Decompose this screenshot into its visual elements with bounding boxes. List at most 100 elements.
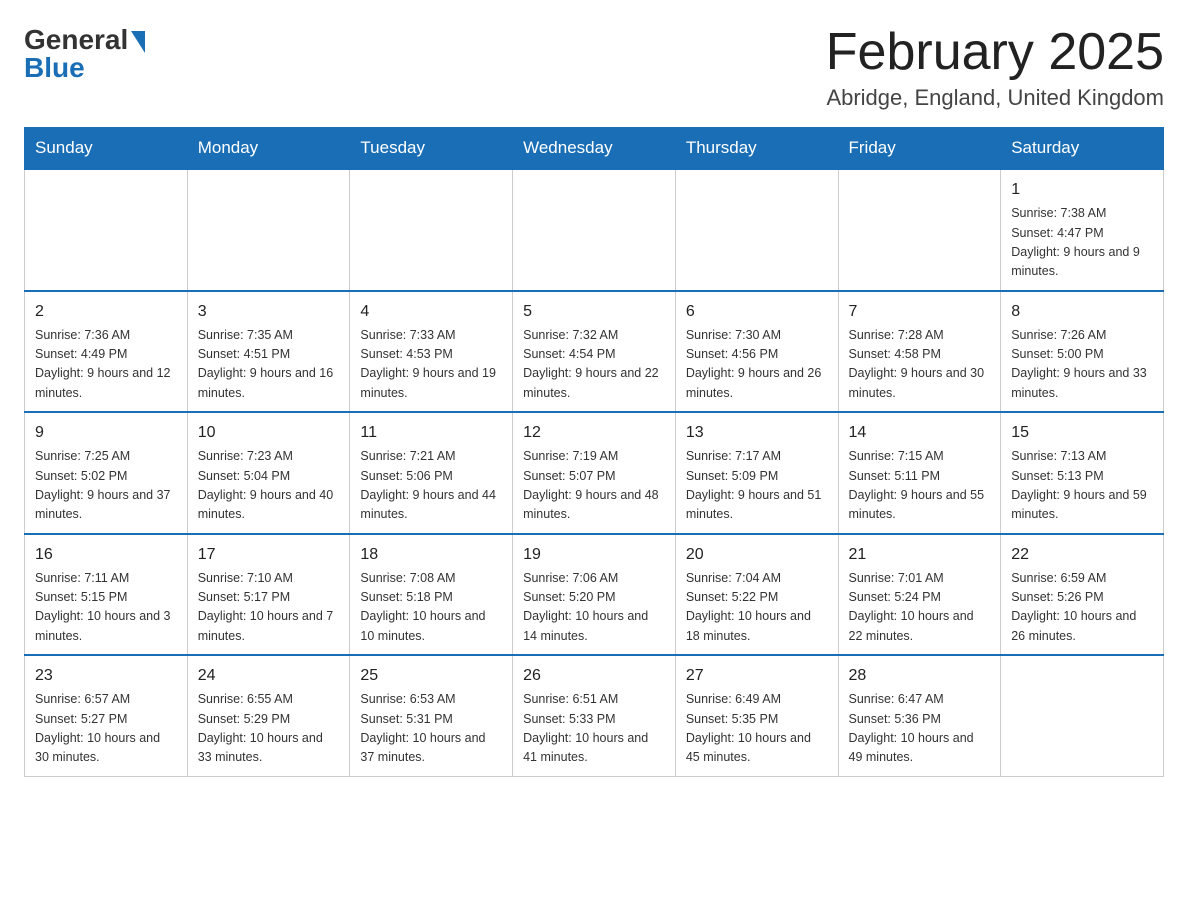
day-info: Sunrise: 7:25 AMSunset: 5:02 PMDaylight:… [35,447,177,525]
calendar-cell: 4Sunrise: 7:33 AMSunset: 4:53 PMDaylight… [350,291,513,413]
month-title: February 2025 [826,24,1164,81]
day-number: 25 [360,664,502,688]
calendar-week-row: 23Sunrise: 6:57 AMSunset: 5:27 PMDayligh… [25,655,1164,776]
day-number: 19 [523,543,665,567]
calendar-cell [838,169,1001,291]
day-number: 1 [1011,178,1153,202]
calendar-cell: 28Sunrise: 6:47 AMSunset: 5:36 PMDayligh… [838,655,1001,776]
calendar-cell [675,169,838,291]
day-number: 12 [523,421,665,445]
location-text: Abridge, England, United Kingdom [826,85,1164,111]
calendar-cell: 15Sunrise: 7:13 AMSunset: 5:13 PMDayligh… [1001,412,1164,534]
day-number: 14 [849,421,991,445]
weekday-header-friday: Friday [838,128,1001,170]
day-info: Sunrise: 7:01 AMSunset: 5:24 PMDaylight:… [849,569,991,647]
day-info: Sunrise: 7:32 AMSunset: 4:54 PMDaylight:… [523,326,665,404]
day-number: 26 [523,664,665,688]
day-info: Sunrise: 6:59 AMSunset: 5:26 PMDaylight:… [1011,569,1153,647]
day-number: 22 [1011,543,1153,567]
day-info: Sunrise: 7:10 AMSunset: 5:17 PMDaylight:… [198,569,340,647]
calendar-cell: 20Sunrise: 7:04 AMSunset: 5:22 PMDayligh… [675,534,838,656]
day-info: Sunrise: 7:08 AMSunset: 5:18 PMDaylight:… [360,569,502,647]
day-number: 7 [849,300,991,324]
calendar-cell: 17Sunrise: 7:10 AMSunset: 5:17 PMDayligh… [187,534,350,656]
calendar-cell [350,169,513,291]
day-number: 28 [849,664,991,688]
calendar-week-row: 16Sunrise: 7:11 AMSunset: 5:15 PMDayligh… [25,534,1164,656]
day-number: 24 [198,664,340,688]
weekday-header-tuesday: Tuesday [350,128,513,170]
day-number: 6 [686,300,828,324]
logo-blue-text: Blue [24,52,85,84]
day-number: 4 [360,300,502,324]
logo-triangle-icon [131,31,145,53]
calendar-table: SundayMondayTuesdayWednesdayThursdayFrid… [24,127,1164,777]
day-info: Sunrise: 7:26 AMSunset: 5:00 PMDaylight:… [1011,326,1153,404]
calendar-cell: 24Sunrise: 6:55 AMSunset: 5:29 PMDayligh… [187,655,350,776]
calendar-week-row: 9Sunrise: 7:25 AMSunset: 5:02 PMDaylight… [25,412,1164,534]
calendar-cell [25,169,188,291]
day-number: 20 [686,543,828,567]
day-number: 8 [1011,300,1153,324]
weekday-header-thursday: Thursday [675,128,838,170]
calendar-cell: 3Sunrise: 7:35 AMSunset: 4:51 PMDaylight… [187,291,350,413]
calendar-cell: 21Sunrise: 7:01 AMSunset: 5:24 PMDayligh… [838,534,1001,656]
day-info: Sunrise: 7:35 AMSunset: 4:51 PMDaylight:… [198,326,340,404]
calendar-cell: 26Sunrise: 6:51 AMSunset: 5:33 PMDayligh… [513,655,676,776]
weekday-header-row: SundayMondayTuesdayWednesdayThursdayFrid… [25,128,1164,170]
day-info: Sunrise: 6:57 AMSunset: 5:27 PMDaylight:… [35,690,177,768]
day-info: Sunrise: 7:04 AMSunset: 5:22 PMDaylight:… [686,569,828,647]
calendar-cell: 2Sunrise: 7:36 AMSunset: 4:49 PMDaylight… [25,291,188,413]
day-info: Sunrise: 7:38 AMSunset: 4:47 PMDaylight:… [1011,204,1153,282]
weekday-header-monday: Monday [187,128,350,170]
title-area: February 2025 Abridge, England, United K… [826,24,1164,111]
day-number: 9 [35,421,177,445]
day-number: 18 [360,543,502,567]
calendar-cell: 10Sunrise: 7:23 AMSunset: 5:04 PMDayligh… [187,412,350,534]
calendar-cell: 18Sunrise: 7:08 AMSunset: 5:18 PMDayligh… [350,534,513,656]
calendar-cell: 7Sunrise: 7:28 AMSunset: 4:58 PMDaylight… [838,291,1001,413]
day-number: 3 [198,300,340,324]
day-info: Sunrise: 6:47 AMSunset: 5:36 PMDaylight:… [849,690,991,768]
day-number: 11 [360,421,502,445]
day-number: 10 [198,421,340,445]
day-info: Sunrise: 6:55 AMSunset: 5:29 PMDaylight:… [198,690,340,768]
page-header: General Blue February 2025 Abridge, Engl… [24,24,1164,111]
day-info: Sunrise: 7:11 AMSunset: 5:15 PMDaylight:… [35,569,177,647]
day-number: 2 [35,300,177,324]
calendar-cell: 9Sunrise: 7:25 AMSunset: 5:02 PMDaylight… [25,412,188,534]
day-info: Sunrise: 7:23 AMSunset: 5:04 PMDaylight:… [198,447,340,525]
day-info: Sunrise: 7:13 AMSunset: 5:13 PMDaylight:… [1011,447,1153,525]
day-info: Sunrise: 7:36 AMSunset: 4:49 PMDaylight:… [35,326,177,404]
day-info: Sunrise: 7:19 AMSunset: 5:07 PMDaylight:… [523,447,665,525]
day-info: Sunrise: 7:30 AMSunset: 4:56 PMDaylight:… [686,326,828,404]
day-number: 5 [523,300,665,324]
calendar-cell: 8Sunrise: 7:26 AMSunset: 5:00 PMDaylight… [1001,291,1164,413]
calendar-cell: 5Sunrise: 7:32 AMSunset: 4:54 PMDaylight… [513,291,676,413]
weekday-header-wednesday: Wednesday [513,128,676,170]
day-info: Sunrise: 7:15 AMSunset: 5:11 PMDaylight:… [849,447,991,525]
day-info: Sunrise: 7:17 AMSunset: 5:09 PMDaylight:… [686,447,828,525]
calendar-cell: 13Sunrise: 7:17 AMSunset: 5:09 PMDayligh… [675,412,838,534]
day-number: 16 [35,543,177,567]
calendar-week-row: 2Sunrise: 7:36 AMSunset: 4:49 PMDaylight… [25,291,1164,413]
calendar-cell: 25Sunrise: 6:53 AMSunset: 5:31 PMDayligh… [350,655,513,776]
calendar-cell [1001,655,1164,776]
calendar-cell: 19Sunrise: 7:06 AMSunset: 5:20 PMDayligh… [513,534,676,656]
calendar-cell: 12Sunrise: 7:19 AMSunset: 5:07 PMDayligh… [513,412,676,534]
calendar-cell: 14Sunrise: 7:15 AMSunset: 5:11 PMDayligh… [838,412,1001,534]
day-info: Sunrise: 6:53 AMSunset: 5:31 PMDaylight:… [360,690,502,768]
day-number: 27 [686,664,828,688]
logo: General Blue [24,24,145,84]
day-number: 17 [198,543,340,567]
calendar-cell: 11Sunrise: 7:21 AMSunset: 5:06 PMDayligh… [350,412,513,534]
calendar-cell [513,169,676,291]
calendar-cell [187,169,350,291]
day-info: Sunrise: 7:33 AMSunset: 4:53 PMDaylight:… [360,326,502,404]
calendar-cell: 16Sunrise: 7:11 AMSunset: 5:15 PMDayligh… [25,534,188,656]
day-info: Sunrise: 7:21 AMSunset: 5:06 PMDaylight:… [360,447,502,525]
calendar-cell: 22Sunrise: 6:59 AMSunset: 5:26 PMDayligh… [1001,534,1164,656]
calendar-cell: 6Sunrise: 7:30 AMSunset: 4:56 PMDaylight… [675,291,838,413]
calendar-cell: 1Sunrise: 7:38 AMSunset: 4:47 PMDaylight… [1001,169,1164,291]
day-info: Sunrise: 6:51 AMSunset: 5:33 PMDaylight:… [523,690,665,768]
